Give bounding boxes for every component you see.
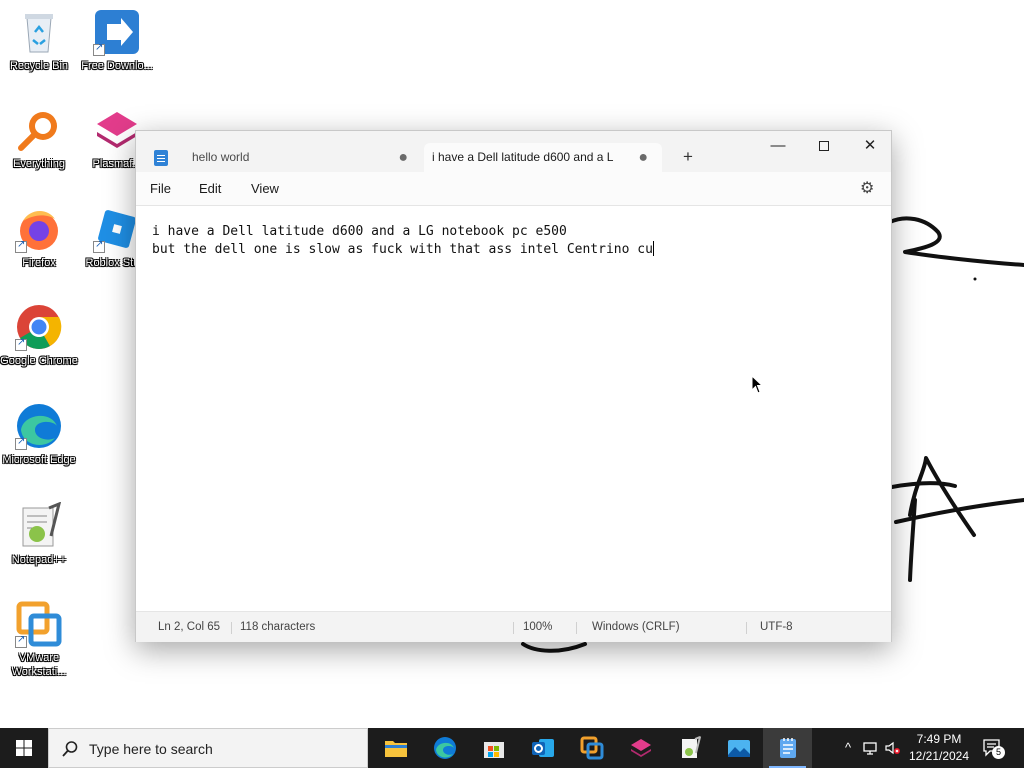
taskbar-notepad-active[interactable] [763,728,812,768]
taskbar-plasma[interactable] [616,728,665,768]
editor-line-1: i have a Dell latitude d600 and a LG not… [152,224,567,239]
recycle-bin-icon [15,8,63,56]
desktop-icon-label: VMware Workstati... [11,652,67,678]
status-divider [576,622,577,634]
notepad-plus-plus-icon [15,501,63,550]
free-download-manager-icon [93,8,141,56]
character-count: 118 characters [240,621,316,633]
vmware-icon [15,600,63,648]
desktop-icon-notepad-plus-plus[interactable]: Notepad++ [0,501,78,567]
windows-logo-icon [16,740,32,756]
taskbar-file-explorer[interactable] [371,728,420,768]
menu-bar: File Edit View ⚙ [136,172,891,206]
desktop-icon-everything[interactable]: Everything [0,106,78,171]
photos-icon [728,740,750,757]
taskbar-microsoft-store[interactable] [469,728,518,768]
clock-time: 7:49 PM [916,732,962,746]
start-button[interactable] [0,728,48,768]
minimize-button[interactable]: — [755,131,801,161]
desktop-icon-label: Google Chrome [0,355,78,367]
edge-icon [15,402,63,450]
unsaved-indicator[interactable]: ● [398,143,408,172]
text-editor[interactable]: i have a Dell latitude d600 and a LG not… [136,206,891,611]
file-explorer-icon [385,741,407,757]
show-hidden-icons-chevron-icon[interactable]: ^ [840,740,856,756]
taskbar-clock[interactable]: 7:49 PM 12/21/2024 [906,731,972,765]
taskbar-search-box[interactable]: Type here to search [48,728,368,768]
status-divider [231,622,232,634]
clock-date: 12/21/2024 [908,749,970,763]
notepad-plus-plus-icon [682,736,702,758]
everything-search-icon [15,106,63,154]
status-divider [746,622,747,634]
status-divider [513,622,514,634]
network-icon[interactable] [862,740,878,756]
editor-line-2: but the dell one is slow as fuck with th… [152,241,875,259]
desktop-icon-label: Recycle Bin [9,60,69,72]
desktop-icon-label: Notepad++ [11,554,67,566]
microsoft-store-icon [484,742,504,758]
tab-hello-world[interactable]: hello world ● [144,143,422,172]
notepad-window[interactable]: hello world ● i have a Dell latitude d60… [135,130,892,642]
desktop-icon-label: Microsoft Edge [2,454,76,466]
text-caret [652,241,654,256]
line-ending[interactable]: Windows (CRLF) [592,612,680,643]
volume-muted-icon[interactable] [884,740,900,756]
taskbar: Type here to search ^ 7:49 PM 12/21/2024… [0,728,1024,768]
maximize-icon [819,141,829,152]
firefox-icon [15,205,63,253]
menu-file[interactable]: File [150,172,171,206]
outlook-icon [532,739,554,757]
notepad-icon [780,738,796,758]
desktop-icon-microsoft-edge[interactable]: Microsoft Edge [0,402,78,467]
chrome-icon [15,303,63,351]
tab-active-document[interactable]: i have a Dell latitude d600 and a L ● [424,143,662,172]
taskbar-outlook[interactable] [518,728,567,768]
menu-view[interactable]: View [251,172,279,206]
mouse-pointer-icon [751,375,763,394]
taskbar-photos[interactable] [714,728,763,768]
notification-center-button[interactable]: 5 [982,738,1005,759]
encoding[interactable]: UTF-8 [760,612,793,643]
notepad-icon [154,150,168,166]
edge-icon [434,737,456,759]
search-icon [62,741,78,757]
settings-gear-icon[interactable]: ⚙ [860,180,878,198]
close-button[interactable]: ✕ [847,131,893,161]
roblox-studio-icon [93,205,141,253]
plasma-icon [93,106,141,154]
taskbar-vmware[interactable] [567,728,616,768]
zoom-level[interactable]: 100% [523,612,552,643]
desktop-icon-google-chrome[interactable]: Google Chrome [0,303,78,368]
notification-count-badge: 5 [992,746,1005,759]
cursor-position: Ln 2, Col 65 [158,621,221,633]
menu-edit[interactable]: Edit [199,172,221,206]
maximize-button[interactable] [801,131,847,161]
taskbar-edge[interactable] [420,728,469,768]
taskbar-notepad-plus-plus[interactable] [665,728,714,768]
desktop-icon-firefox[interactable]: Firefox [0,205,78,270]
plasma-icon [631,739,651,757]
status-bar: Ln 2, Col 65 118 characters 100% Windows… [136,611,891,642]
desktop-icon-free-download-manager[interactable]: Free Downlo... [78,8,156,73]
new-tab-button[interactable]: + [676,145,700,169]
desktop-icon-label: Firefox [22,257,56,269]
desktop-icon-label: Everything [13,158,65,170]
tab-title: hello world [192,150,250,164]
desktop-icon-vmware[interactable]: VMware Workstati... [0,600,78,679]
tab-title: i have a Dell latitude d600 and a L [432,150,614,164]
desktop-icon-recycle-bin[interactable]: Recycle Bin [0,8,78,73]
title-bar[interactable]: hello world ● i have a Dell latitude d60… [136,131,891,172]
vmware-icon [580,736,604,760]
desktop-icon-label: Free Downlo... [81,60,153,72]
unsaved-indicator[interactable]: ● [638,143,648,172]
editor-line-2-text: but the dell one is slow as fuck with th… [152,242,653,257]
search-placeholder: Type here to search [89,741,213,757]
